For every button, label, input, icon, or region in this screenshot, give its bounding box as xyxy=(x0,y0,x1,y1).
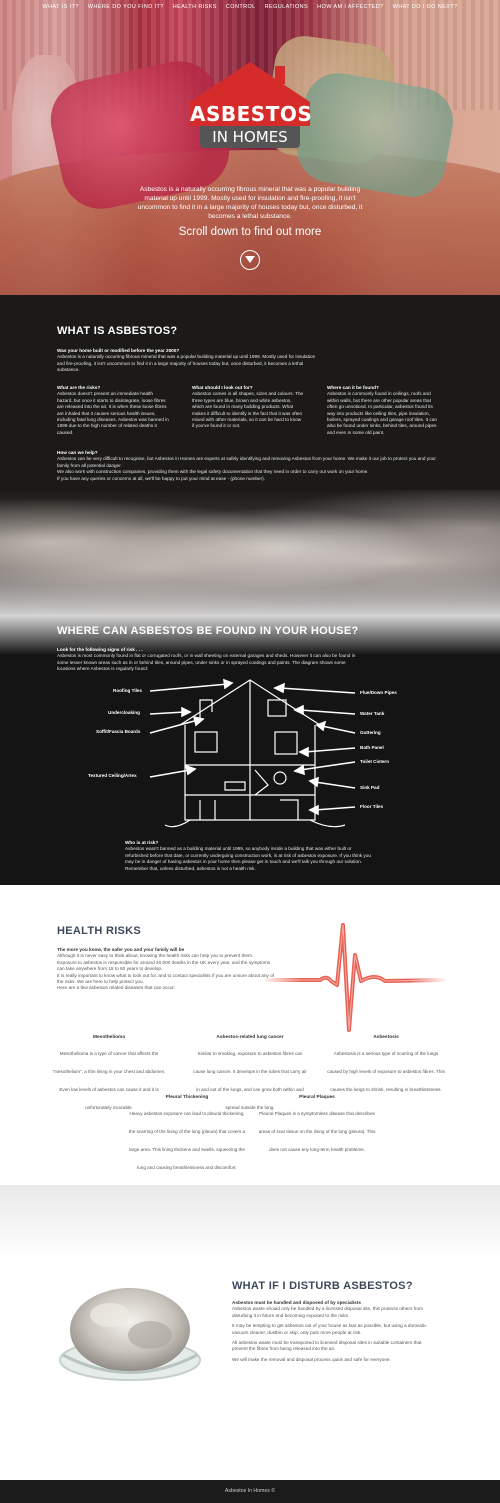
label-undercloaking: Undercloaking xyxy=(108,710,140,715)
disease-asbestosis: Asbestosis Asbestosis is a serious type … xyxy=(327,1035,445,1096)
health-intro-1: Although it is never easy to think about… xyxy=(57,953,254,959)
section-title-health: HEALTH RISKS xyxy=(57,925,142,937)
disease-title: Mesothelioma xyxy=(93,1035,125,1040)
risks-heading: What are the risks? xyxy=(57,385,101,390)
label-water-tank: Water Tank xyxy=(360,711,385,716)
risk-body: Asbestos wasn't banned as a building mat… xyxy=(125,846,371,871)
hero-description: Asbestos is a naturally occurring fibrou… xyxy=(137,186,363,220)
label-floor-tiles: Floor Tiles xyxy=(360,804,384,809)
nav-where-find[interactable]: WHERE DO YOU FIND IT? xyxy=(88,4,164,10)
house-diagram-svg xyxy=(149,678,356,828)
section-title-disturb: WHAT IF I DISTURB ASBESTOS? xyxy=(232,1280,413,1292)
disturb-text: Asbestos must be handled and disposed of… xyxy=(232,1300,427,1367)
help-body-1: Asbestos can be very difficult to recogn… xyxy=(57,456,436,468)
risks-body: Asbestos doesn't present an immediate he… xyxy=(57,391,169,435)
section-title-what-is: WHAT IS ASBESTOS? xyxy=(57,325,178,337)
disease-title: Pleural Plaques xyxy=(299,1095,335,1100)
what-a1: Asbestos is a naturally occurring fibrou… xyxy=(57,354,316,373)
nav-how-affected[interactable]: HOW AM I AFFECTED? xyxy=(317,4,383,10)
risk-heading: Who is at risk? xyxy=(125,840,159,845)
disturb-heading: Asbestos must be handled and disposed of… xyxy=(232,1300,361,1305)
disease-title: Asbestos-related lung cancer xyxy=(216,1035,284,1040)
label-soffit-fascia: Soffit/Fascia Boards xyxy=(96,729,141,734)
disease-title: Pleural Thickening xyxy=(165,1095,209,1100)
nav-what-is-it[interactable]: WHAT IS IT? xyxy=(43,4,79,10)
found-column: Where can it be found? Asbestos is commo… xyxy=(327,385,439,436)
label-roofing-tiles: Roofing Tiles xyxy=(113,688,143,693)
where-intro-heading: Look for the following signs of risk . .… xyxy=(57,647,143,652)
help-body-3: If you have any queries or concerns at a… xyxy=(57,475,266,481)
nav-health-risks[interactable]: HEALTH RISKS xyxy=(173,4,217,10)
scroll-down-icon[interactable] xyxy=(240,250,260,270)
label-guttering: Guttering xyxy=(360,730,381,735)
lookout-heading: What should I look out for? xyxy=(192,385,253,390)
nav-control[interactable]: CONTROL xyxy=(226,4,256,10)
label-toilet-cistern: Toilet Cistern xyxy=(360,759,390,764)
who-at-risk: Who is at risk? Asbestos wasn't banned a… xyxy=(125,840,375,872)
disease-pleural-thickening: Pleural Thickening Heavy asbestos exposu… xyxy=(128,1095,246,1174)
label-flue-down-pipes: Flue/Down Pipes xyxy=(360,690,397,695)
help-heading: How can we help? xyxy=(57,450,98,455)
help-block: How can we help? Asbestos can be very di… xyxy=(57,450,442,482)
logo-chimney xyxy=(275,66,285,84)
label-sink-pad: Sink Pad xyxy=(360,785,380,790)
where-intro: Look for the following signs of risk . .… xyxy=(57,647,357,673)
health-intro-heading: The more you know, the safer you and you… xyxy=(57,947,185,952)
what-is-section: WHAT IS ASBESTOS? Was your home built or… xyxy=(0,295,500,615)
what-q1: Was your home built or modified before t… xyxy=(57,348,180,353)
disturb-p1: Asbestos waste should only be handled by… xyxy=(232,1306,423,1318)
section-title-where: WHERE CAN ASBESTOS BE FOUND IN YOUR HOUS… xyxy=(57,625,359,637)
disturb-p4: We will make the removal and disposal pr… xyxy=(232,1356,391,1362)
lookout-body: Asbestos comes in all shapes, sizes and … xyxy=(192,391,304,429)
footer: Asbestos In Homes © xyxy=(0,1480,500,1503)
label-bath-panel: Bath Panel xyxy=(360,745,384,750)
asbestos-fibre-image xyxy=(0,490,500,615)
disturb-p3: All asbestos waste must be transported t… xyxy=(232,1340,422,1352)
disease-body: Pleural Plaques is a symptomless disease… xyxy=(258,1111,376,1152)
top-nav: WHAT IS IT? WHERE DO YOU FIND IT? HEALTH… xyxy=(0,4,500,10)
health-intro-4: Here are a few asbestos related diseases… xyxy=(57,985,176,991)
footer-text: Asbestos In Homes © xyxy=(224,1488,276,1494)
disease-body: Asbestosis is a serious type of scarring… xyxy=(327,1051,445,1092)
what-intro: Was your home built or modified before t… xyxy=(57,348,317,374)
hero-section: WHAT IS IT? WHERE DO YOU FIND IT? HEALTH… xyxy=(0,0,500,295)
disturb-section: WHAT IF I DISTURB ASBESTOS? Asbestos mus… xyxy=(0,1185,500,1480)
health-section: HEALTH RISKS The more you know, the safe… xyxy=(0,885,500,1185)
site-logo[interactable]: ASBESTOS IN HOMES xyxy=(190,62,313,152)
disease-title: Asbestosis xyxy=(373,1035,399,1040)
where-section: WHERE CAN ASBESTOS BE FOUND IN YOUR HOUS… xyxy=(0,615,500,885)
logo-text-in-homes: IN HOMES xyxy=(200,126,300,148)
heartbeat-line xyxy=(265,923,445,1032)
logo-roof xyxy=(190,62,310,102)
disease-body: Heavy asbestos exposure can lead to pleu… xyxy=(128,1111,246,1170)
logo-text-asbestos: ASBESTOS xyxy=(190,102,313,126)
health-intro-2: Exposure to asbestos is responsible for … xyxy=(57,959,271,972)
health-intro: The more you know, the safer you and you… xyxy=(57,947,277,992)
where-intro-body: Asbestos is most commonly found in flat … xyxy=(57,653,356,672)
found-body: Asbestos is commonly found in ceilings, … xyxy=(327,391,437,435)
help-body-2: We also work with construction companies… xyxy=(57,469,369,475)
risks-column: What are the risks? Asbestos doesn't pre… xyxy=(57,385,169,436)
nav-what-next[interactable]: WHAT DO I DO NEXT? xyxy=(393,4,458,10)
label-textured-ceiling: Textured Ceiling/Artex xyxy=(88,773,137,778)
disturb-p2: It may be tempting to get asbestos out o… xyxy=(232,1323,427,1335)
house-diagram: Roofing Tiles Undercloaking Soffit/Fasci… xyxy=(0,670,500,840)
asbestos-dish-image xyxy=(59,1288,201,1381)
found-heading: Where can it be found? xyxy=(327,385,379,390)
nav-regulations[interactable]: REGULATIONS xyxy=(265,4,308,10)
scroll-cta-text: Scroll down to find out more xyxy=(178,226,322,238)
lookout-column: What should I look out for? Asbestos com… xyxy=(192,385,304,430)
health-intro-3: It is really important to know what to l… xyxy=(57,972,275,985)
disease-pleural-plaques: Pleural Plaques Pleural Plaques is a sym… xyxy=(258,1095,376,1156)
